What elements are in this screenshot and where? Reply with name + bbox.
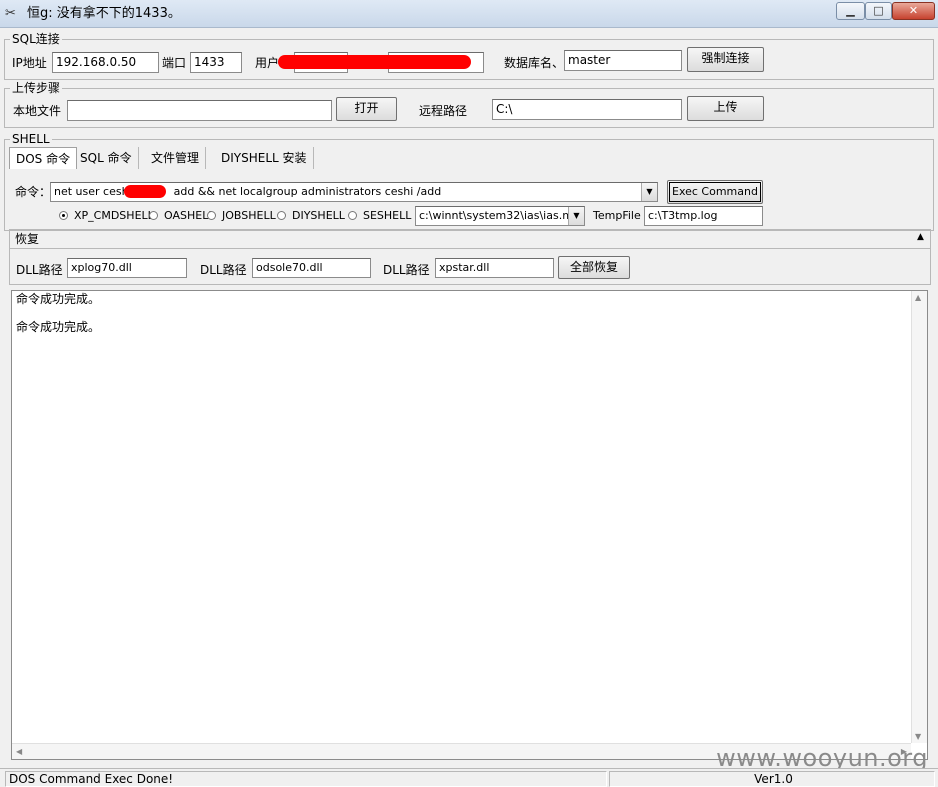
dll-path-label-1: DLL路径 xyxy=(16,263,63,277)
tab-file-manager[interactable]: 文件管理 xyxy=(145,147,207,169)
database-label: 数据库名、 xyxy=(504,56,565,70)
port-label: 端口 xyxy=(162,56,187,70)
app-icon: ✂ xyxy=(5,6,16,21)
tempfile-label: TempFile xyxy=(593,209,641,222)
status-bar: DOS Command Exec Done! Ver1.0 xyxy=(0,768,938,787)
sql-group-label: SQL连接 xyxy=(10,32,62,46)
restore-header[interactable] xyxy=(10,230,930,249)
dll-path-input-3[interactable]: xpstar.dll xyxy=(435,258,554,278)
upload-group-label: 上传步骤 xyxy=(10,81,63,95)
radio-diyshell[interactable] xyxy=(277,211,286,220)
database-input[interactable]: master xyxy=(564,50,682,71)
output-line: 命令成功完成。 xyxy=(16,292,101,306)
tab-dos-command[interactable]: DOS 命令 xyxy=(9,147,78,169)
command-output[interactable]: 命令成功完成。 命令成功完成。 ▲ ▼ ◀ ▶ xyxy=(11,290,928,760)
upload-button[interactable]: 上传 xyxy=(687,96,764,121)
exec-command-button[interactable]: Exec Command xyxy=(667,180,763,204)
tab-sql-command[interactable]: SQL 命令 xyxy=(74,147,139,169)
scroll-down-icon[interactable]: ▼ xyxy=(915,732,921,741)
minimize-button[interactable]: ▁ xyxy=(836,2,865,20)
chevron-down-icon[interactable]: ▼ xyxy=(641,183,657,201)
redaction-mark xyxy=(124,185,166,198)
window-title: 恒g: 没有拿不下的1433。 xyxy=(27,6,181,21)
radio-seshell-label: SESHELL xyxy=(363,209,412,222)
radio-jobshell[interactable] xyxy=(207,211,216,220)
restore-all-button[interactable]: 全部恢复 xyxy=(558,256,630,279)
scroll-up-icon[interactable]: ▲ xyxy=(915,293,921,302)
radio-diyshell-label: DIYSHELL xyxy=(292,209,345,222)
tab-diyshell-install[interactable]: DIYSHELL 安装 xyxy=(215,147,314,169)
force-connect-button[interactable]: 强制连接 xyxy=(687,47,764,72)
user-label: 用户 xyxy=(255,56,280,70)
collapse-icon[interactable]: ▲ xyxy=(917,232,924,242)
ip-input[interactable]: 192.168.0.50 xyxy=(52,52,159,73)
radio-seshell[interactable] xyxy=(348,211,357,220)
local-file-label: 本地文件 xyxy=(13,104,62,118)
restore-label: 恢复 xyxy=(15,232,40,246)
tempfile-input[interactable]: c:\T3tmp.log xyxy=(644,206,763,226)
shell-group-label: SHELL xyxy=(10,132,52,146)
status-version: Ver1.0 xyxy=(609,771,935,787)
remote-path-label: 远程路径 xyxy=(419,104,468,118)
command-text-part2: add && net localgroup administrators ces… xyxy=(173,185,442,198)
radio-xp-cmdshell-label: XP_CMDSHELL xyxy=(74,209,154,222)
local-file-input[interactable] xyxy=(67,100,332,121)
vertical-scrollbar[interactable]: ▲ ▼ xyxy=(911,291,927,743)
remote-path-input[interactable]: C:\ xyxy=(492,99,682,120)
radio-oashell[interactable] xyxy=(149,211,158,220)
maximize-button[interactable]: □ xyxy=(865,2,892,20)
scroll-left-icon[interactable]: ◀ xyxy=(16,747,22,756)
chevron-down-icon[interactable]: ▼ xyxy=(568,207,584,225)
dll-path-input-2[interactable]: odsole70.dll xyxy=(252,258,371,278)
status-message: DOS Command Exec Done! xyxy=(5,771,607,787)
port-input[interactable]: 1433 xyxy=(190,52,242,73)
command-label: 命令： xyxy=(15,185,52,199)
open-button[interactable]: 打开 xyxy=(336,97,397,121)
dll-path-input-1[interactable]: xplog70.dll xyxy=(67,258,187,278)
radio-jobshell-label: JOBSHELL xyxy=(222,209,276,222)
radio-xp-cmdshell[interactable] xyxy=(59,211,68,220)
mdb-path-select[interactable]: c:\winnt\system32\ias\ias.mdb ▼ xyxy=(415,206,585,226)
ip-label: IP地址 xyxy=(12,56,47,70)
dll-path-label-2: DLL路径 xyxy=(200,263,247,277)
mdb-path-value: c:\winnt\system32\ias\ias.mdb xyxy=(419,209,585,222)
title-bar[interactable]: ✂ 恒g: 没有拿不下的1433。 ▁ □ ✕ xyxy=(0,0,938,28)
dll-path-label-3: DLL路径 xyxy=(383,263,430,277)
close-button[interactable]: ✕ xyxy=(892,2,935,20)
output-line: 命令成功完成。 xyxy=(16,320,101,334)
command-text-part1: net user ceshi xyxy=(54,185,132,198)
redaction-mark xyxy=(278,55,471,69)
